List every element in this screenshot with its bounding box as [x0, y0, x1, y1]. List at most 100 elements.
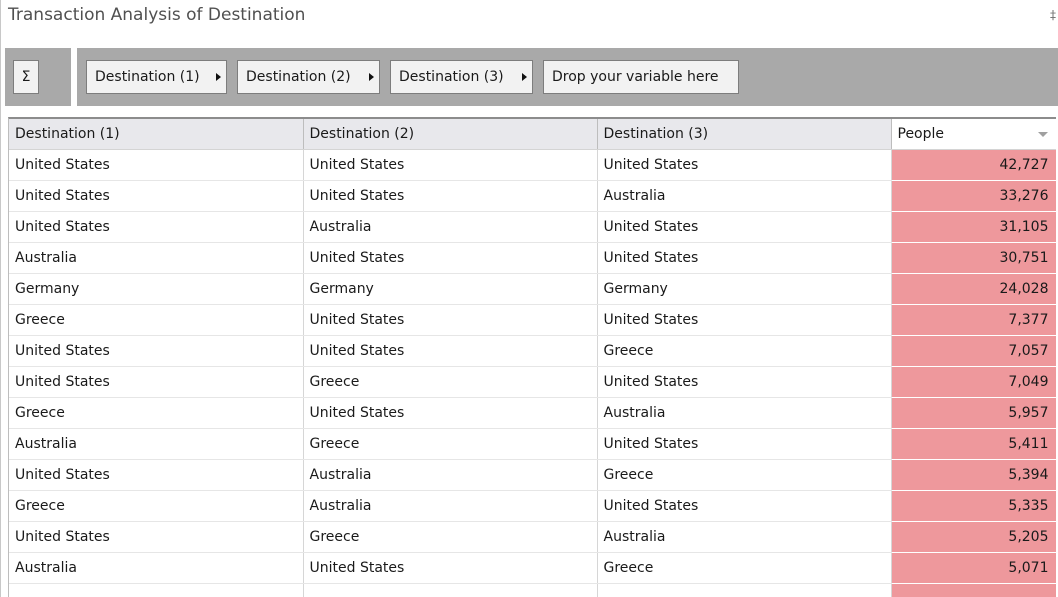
- destination-2-cell: Greece: [303, 366, 598, 398]
- people-count-cell: 5,411: [891, 428, 1056, 460]
- destination-1-cell: Greece: [9, 304, 304, 336]
- table-row[interactable]: United States United States Australia 33…: [9, 180, 1056, 212]
- variable-chip-destination-3[interactable]: Destination (3): [390, 60, 533, 94]
- column-header-destination-2[interactable]: Destination (2): [303, 119, 598, 150]
- people-count-cell: 7,377: [891, 304, 1056, 336]
- destination-2-cell: Australia: [303, 459, 598, 491]
- table-body: United States United States United State…: [9, 149, 1056, 597]
- people-count-cell: [891, 583, 1056, 597]
- people-count-cell: 30,751: [891, 242, 1056, 274]
- table-row[interactable]: Australia Greece United States 5,411: [9, 428, 1056, 460]
- destination-2-cell: Australia: [303, 211, 598, 243]
- people-count-cell: 5,071: [891, 552, 1056, 584]
- destination-2-cell: Greece: [303, 521, 598, 553]
- destination-1-cell: United States: [9, 521, 304, 553]
- results-grid: Destination (1) Destination (2) Destinat…: [8, 117, 1056, 597]
- people-count-cell: 42,727: [891, 149, 1056, 181]
- destination-3-cell: United States: [597, 490, 892, 522]
- table-row[interactable]: United States Greece United States 7,049: [9, 366, 1056, 398]
- destination-3-cell: United States: [597, 304, 892, 336]
- destination-1-cell: Greece: [9, 397, 304, 429]
- variable-toolbar: Σ Destination (1) Destination (2) Destin…: [5, 48, 1058, 106]
- destination-3-cell: Greece: [597, 335, 892, 367]
- chevron-right-icon: [216, 73, 221, 81]
- destination-1-cell: United States: [9, 180, 304, 212]
- column-header-label: People: [897, 125, 945, 142]
- people-count-cell: 5,335: [891, 490, 1056, 522]
- people-count-cell: 24,028: [891, 273, 1056, 305]
- pin-icon[interactable]: ‡: [1050, 8, 1056, 22]
- drop-variable-target[interactable]: Drop your variable here: [543, 60, 739, 94]
- table-row[interactable]: United States United States Greece 7,057: [9, 335, 1056, 367]
- variable-chip-label: Destination (1): [95, 69, 200, 85]
- destination-2-cell: United States: [303, 397, 598, 429]
- destination-1-cell: Germany: [9, 273, 304, 305]
- table-row[interactable]: Germany Germany Germany 24,028: [9, 273, 1056, 305]
- people-count-cell: 5,957: [891, 397, 1056, 429]
- people-count-cell: 7,057: [891, 335, 1056, 367]
- destination-2-cell: United States: [303, 552, 598, 584]
- column-header-destination-3[interactable]: Destination (3): [597, 119, 892, 150]
- sort-descending-icon[interactable]: [1037, 132, 1048, 137]
- destination-3-cell: United States: [597, 149, 892, 181]
- table-row[interactable]: United States United States United State…: [9, 149, 1056, 181]
- destination-2-cell: United States: [303, 242, 598, 274]
- destination-2-cell: Australia: [303, 490, 598, 522]
- destination-2-cell: United States: [303, 149, 598, 181]
- variable-chip-destination-2[interactable]: Destination (2): [237, 60, 380, 94]
- destination-3-cell: Greece: [597, 459, 892, 491]
- destination-3-cell: United States: [597, 242, 892, 274]
- destination-3-cell: Australia: [597, 397, 892, 429]
- summary-panel: Σ: [5, 48, 71, 106]
- variable-chip-label: Destination (2): [246, 69, 351, 85]
- table-row[interactable]: Australia United States Greece 5,071: [9, 552, 1056, 584]
- destination-1-cell: Australia: [9, 552, 304, 584]
- destination-2-cell: United States: [303, 304, 598, 336]
- destination-2-cell: Greece: [303, 428, 598, 460]
- table-row[interactable]: United States Australia Greece 5,394: [9, 459, 1056, 491]
- people-count-cell: 31,105: [891, 211, 1056, 243]
- table-row[interactable]: Greece Australia United States 5,335: [9, 490, 1056, 522]
- destination-1-cell: [9, 583, 304, 597]
- people-count-cell: 5,394: [891, 459, 1056, 491]
- table-row[interactable]: [9, 583, 1056, 597]
- people-count-cell: 5,205: [891, 521, 1056, 553]
- variable-chip-label: Destination (3): [399, 69, 504, 85]
- people-count-cell: 33,276: [891, 180, 1056, 212]
- destination-2-cell: [303, 583, 598, 597]
- window-title: Transaction Analysis of Destination: [8, 5, 306, 25]
- destination-1-cell: United States: [9, 335, 304, 367]
- column-header-destination-1[interactable]: Destination (1): [9, 119, 304, 150]
- sigma-button[interactable]: Σ: [13, 60, 39, 94]
- destination-2-cell: United States: [303, 180, 598, 212]
- destination-3-cell: Australia: [597, 180, 892, 212]
- table-row[interactable]: United States Greece Australia 5,205: [9, 521, 1056, 553]
- chevron-right-icon: [522, 73, 527, 81]
- table-header-row: Destination (1) Destination (2) Destinat…: [9, 119, 1056, 150]
- chevron-right-icon: [369, 73, 374, 81]
- destination-3-cell: [597, 583, 892, 597]
- table-row[interactable]: Greece United States Australia 5,957: [9, 397, 1056, 429]
- destination-3-cell: United States: [597, 366, 892, 398]
- destination-1-cell: Greece: [9, 490, 304, 522]
- table-row[interactable]: Australia United States United States 30…: [9, 242, 1056, 274]
- destination-1-cell: United States: [9, 211, 304, 243]
- variables-panel: Destination (1) Destination (2) Destinat…: [77, 48, 1058, 106]
- destination-3-cell: Germany: [597, 273, 892, 305]
- destination-1-cell: Australia: [9, 242, 304, 274]
- transaction-analysis-window: Transaction Analysis of Destination ‡ Σ …: [0, 0, 1058, 597]
- column-header-people[interactable]: People: [890, 119, 1056, 150]
- destination-1-cell: Australia: [9, 428, 304, 460]
- destination-1-cell: United States: [9, 366, 304, 398]
- variable-chip-destination-1[interactable]: Destination (1): [86, 60, 227, 94]
- destination-3-cell: Greece: [597, 552, 892, 584]
- table-row[interactable]: United States Australia United States 31…: [9, 211, 1056, 243]
- destination-2-cell: United States: [303, 335, 598, 367]
- destination-2-cell: Germany: [303, 273, 598, 305]
- destination-1-cell: United States: [9, 459, 304, 491]
- destination-3-cell: United States: [597, 211, 892, 243]
- destination-3-cell: Australia: [597, 521, 892, 553]
- destination-3-cell: United States: [597, 428, 892, 460]
- table-row[interactable]: Greece United States United States 7,377: [9, 304, 1056, 336]
- destination-1-cell: United States: [9, 149, 304, 181]
